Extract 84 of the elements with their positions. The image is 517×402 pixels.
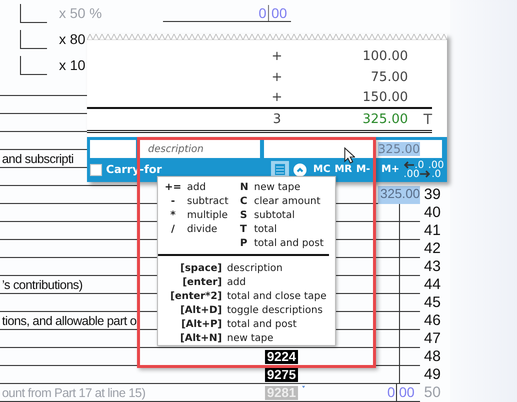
total-amount: 325.00 [362, 112, 408, 127]
decimal-option[interactable]: .0 [431, 170, 441, 178]
form-text: ’s contributions) [1, 277, 83, 293]
description-field[interactable]: description [140, 140, 260, 158]
key-description: clear amount [254, 196, 320, 206]
shortcut-key: [enter] [164, 276, 222, 288]
memory-button[interactable]: MR [332, 164, 354, 175]
line-number: 44 [423, 276, 442, 294]
line-number: 40 [423, 204, 442, 222]
key-description: subtotal [254, 210, 295, 220]
amount-cents: 00 [398, 384, 416, 401]
triangle-icon[interactable] [302, 384, 305, 390]
tape-amount: 150.00 [362, 90, 408, 105]
key-description: add [227, 276, 246, 288]
key-description: toggle descriptions [227, 304, 323, 316]
line-number: 41 [423, 222, 442, 240]
line-number: 49 [423, 366, 442, 384]
letter-key: C [240, 196, 249, 206]
input-cell[interactable] [20, 4, 47, 22]
shortcut-key: [Alt+P] [164, 318, 222, 330]
form-text: and subscripti [1, 151, 74, 167]
letter-key: T [240, 224, 249, 234]
operator-key: / [164, 224, 182, 234]
amount-cell[interactable]: 325.00 [378, 186, 420, 204]
amount-field[interactable]: 325.00 [264, 140, 442, 158]
line-number: 50 [423, 384, 442, 402]
mouse-pointer-icon [344, 147, 355, 164]
line-number: 47 [423, 330, 442, 348]
code-badge: 9224 [265, 350, 298, 364]
amount-cents: 00 [270, 4, 288, 20]
shortcut-key: [enter*2] [164, 290, 222, 302]
line-number: 42 [423, 240, 442, 258]
input-field[interactable] [90, 140, 136, 158]
shortcut-key: [Alt+N] [164, 332, 222, 344]
letter-key: P [240, 238, 249, 248]
letter-key: N [240, 182, 249, 192]
key-description: multiple [187, 210, 228, 220]
total-mark: T [422, 112, 432, 128]
memory-button[interactable]: M+ [379, 164, 402, 175]
key-description: total and post [227, 318, 297, 330]
line-number: 45 [423, 294, 442, 312]
line-number: 39 [423, 186, 442, 204]
operator-key: - [164, 196, 182, 206]
percent-label: x 10 [59, 57, 86, 73]
line-number: 43 [423, 258, 442, 276]
input-cell[interactable] [20, 30, 47, 48]
line-number: 46 [423, 312, 442, 330]
left-arrow-icon[interactable] [404, 161, 414, 169]
percent-label: x 80 [59, 31, 86, 47]
key-description: subtract [187, 196, 228, 206]
operator-sign: + [270, 49, 284, 64]
input-cell[interactable] [20, 56, 47, 74]
checkbox[interactable] [90, 164, 102, 176]
key-description: total and post [254, 238, 324, 248]
operator-sign: + [270, 70, 284, 85]
amount-whole: 0 [258, 4, 270, 20]
tape-amount: 100.00 [362, 49, 408, 64]
key-description: new tape [227, 332, 274, 344]
decimal-option[interactable]: .0 [414, 160, 424, 170]
code-badge: 9275 [265, 368, 298, 382]
operator-sign: + [270, 90, 284, 105]
memory-button[interactable]: M- [354, 164, 372, 175]
key-description: divide [187, 224, 218, 234]
letter-key: S [240, 210, 249, 220]
line-number: 48 [423, 348, 442, 366]
operator-key: += [164, 182, 182, 192]
memory-button[interactable]: MC [311, 164, 332, 175]
amount-whole: 0 [378, 384, 397, 401]
operator-key: * [164, 210, 182, 220]
decimal-option[interactable]: .00 [404, 170, 420, 178]
right-arrow-icon[interactable] [420, 170, 430, 178]
key-description: add [187, 182, 206, 192]
key-description: new tape [254, 182, 300, 192]
key-description: total and close tape [227, 290, 327, 302]
tape-amount: 75.00 [370, 70, 408, 85]
entry-count: 3 [272, 112, 282, 127]
key-description: description [227, 262, 283, 274]
form-text: tions, and allowable part o [1, 313, 136, 329]
shortcut-key: [Alt+D] [164, 304, 222, 316]
decimal-option[interactable]: .00 [428, 160, 444, 170]
key-description: total [254, 224, 277, 234]
form-text: ount from Part 17 at line 15) [1, 385, 146, 401]
shortcut-key: [space] [164, 262, 222, 274]
percent-label: x 50 % [59, 5, 103, 21]
